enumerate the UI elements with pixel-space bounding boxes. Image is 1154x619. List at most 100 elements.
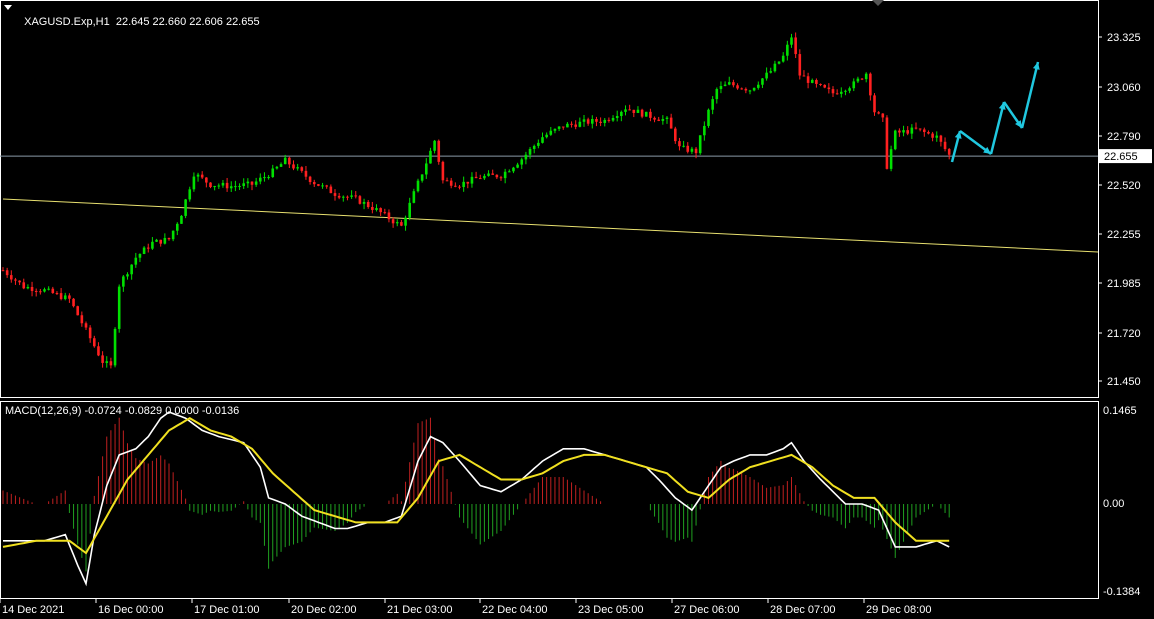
candle-body — [130, 264, 133, 275]
candle-body — [412, 191, 416, 203]
candle-body — [279, 164, 283, 167]
candle-body — [93, 338, 96, 347]
candle-body — [188, 189, 192, 200]
time-tick-label: 17 Dec 01:00 — [194, 604, 259, 616]
candle-body — [88, 327, 92, 339]
candle-body — [325, 185, 328, 187]
candle-body — [898, 130, 901, 133]
candle-body — [802, 75, 806, 77]
candle-body — [117, 286, 121, 329]
candle-body — [26, 286, 30, 289]
candle-body — [358, 196, 362, 204]
candle-body — [371, 207, 374, 210]
candle-body — [893, 130, 897, 150]
candle-body — [570, 123, 573, 125]
forecast-arrow-line[interactable] — [989, 101, 1006, 155]
candle-body — [478, 178, 482, 180]
candle-body — [939, 135, 943, 142]
candle-body — [283, 157, 287, 165]
candle-body — [682, 145, 685, 147]
candle-body — [661, 118, 665, 121]
candle-body — [109, 361, 113, 366]
candle-body — [391, 219, 395, 224]
candle-body — [242, 183, 245, 187]
candle-body — [483, 175, 486, 179]
candle-body — [51, 288, 55, 294]
candle-body — [429, 150, 432, 164]
candle-body — [935, 135, 939, 138]
candle-body — [379, 208, 382, 213]
candle-body — [557, 126, 561, 129]
candle-body — [703, 125, 706, 136]
candle-body — [786, 44, 789, 56]
candle-body — [810, 79, 814, 83]
candle-body — [487, 173, 490, 176]
chart-menu-icon[interactable] — [4, 5, 12, 10]
candle-body — [686, 145, 690, 152]
macd-label: MACD(12,26,9) -0.0724 -0.0829 0.0000 -0.… — [5, 405, 240, 417]
time-tick-label: 14 Dec 2021 — [2, 604, 64, 616]
candle-body — [532, 145, 536, 149]
candle-body — [151, 241, 154, 249]
candle-body — [649, 111, 652, 118]
candle-body — [76, 306, 79, 316]
candle-body — [449, 180, 453, 186]
price-tick-label: 23.325 — [1107, 32, 1141, 44]
forecast-arrow-line[interactable] — [1020, 61, 1040, 129]
candle-body — [520, 159, 524, 165]
candle-body — [292, 164, 295, 169]
candle-body — [628, 109, 631, 111]
candle-body — [665, 117, 669, 119]
candle-body — [47, 288, 50, 290]
candle-body — [196, 174, 200, 177]
candle-body — [790, 37, 793, 45]
candle-body — [259, 177, 262, 182]
candle-body — [209, 182, 212, 188]
candle-body — [159, 239, 162, 244]
trendline[interactable] — [2, 198, 1099, 253]
candle-body — [773, 63, 777, 72]
candle-body — [640, 109, 644, 117]
candle-body — [632, 109, 636, 113]
candle-body — [885, 117, 889, 169]
trading-chart[interactable]: 23.325 23.060 22.790 22.520 22.255 21.985 21.7… — [0, 0, 1154, 619]
price-tick-label: 21.985 — [1107, 278, 1141, 290]
candle-body — [22, 282, 26, 289]
candle-body — [603, 119, 607, 123]
candle-body — [425, 163, 428, 175]
candle-body — [611, 118, 615, 121]
candle-body — [844, 90, 847, 92]
candle-body — [342, 196, 345, 198]
candle-body — [715, 89, 719, 100]
candle-body — [757, 84, 760, 88]
candle-body — [781, 55, 785, 62]
candle-body — [126, 274, 129, 277]
candle-body — [512, 167, 515, 172]
candle-body — [142, 247, 146, 254]
candle-body — [827, 87, 831, 90]
candle-body — [14, 279, 17, 281]
candle-body — [437, 140, 441, 162]
candle-body — [495, 174, 499, 178]
macd-line — [3, 411, 950, 587]
candle-body — [549, 130, 553, 135]
time-tick-label: 20 Dec 02:00 — [291, 604, 356, 616]
candle-body — [404, 217, 407, 226]
symbol-label: XAGUSD.Exp,H1 — [24, 16, 110, 28]
candle-body — [105, 361, 109, 363]
candle-body — [18, 280, 21, 283]
candle-body — [752, 87, 756, 91]
candle-body — [234, 186, 237, 188]
candle-body — [578, 121, 582, 127]
candle-body — [943, 141, 947, 150]
candle-body — [653, 117, 656, 120]
candle-body — [508, 171, 511, 173]
candle-body — [674, 128, 677, 142]
candle-body — [454, 185, 457, 187]
candle-body — [524, 154, 528, 160]
candle-body — [732, 82, 735, 86]
time-tick-label: 23 Dec 05:00 — [578, 604, 643, 616]
candle-body — [225, 182, 229, 189]
candle-body — [317, 184, 320, 186]
candle-body — [1, 270, 5, 272]
